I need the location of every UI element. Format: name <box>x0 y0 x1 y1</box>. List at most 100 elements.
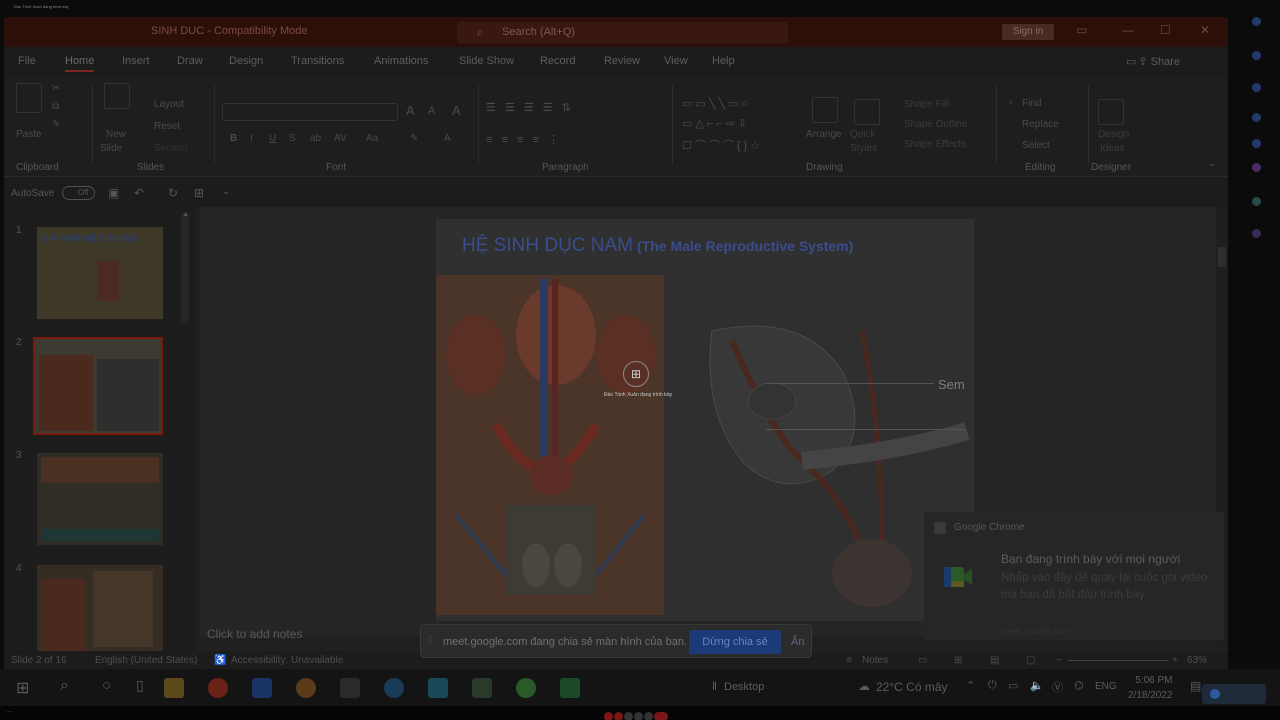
find-icon[interactable]: ⌕ <box>1008 97 1014 108</box>
shape-fill-button[interactable]: Shape Fill <box>904 99 948 110</box>
cortana-icon[interactable]: ○ <box>102 677 111 694</box>
find-button[interactable]: Find <box>1022 98 1041 109</box>
word-icon[interactable] <box>252 678 272 698</box>
italic-icon[interactable]: I <box>250 133 253 144</box>
replace-button[interactable]: Replace <box>1022 119 1059 130</box>
show-hidden-icons[interactable]: ⌃ <box>966 679 975 692</box>
task-view-icon[interactable]: ▯ <box>136 677 144 694</box>
tab-file[interactable]: File <box>18 55 36 67</box>
file-explorer-icon[interactable] <box>164 678 184 698</box>
paste-label[interactable]: Paste <box>16 129 42 140</box>
network-icon[interactable]: ⌬ <box>1074 679 1084 692</box>
ribbon-display-icon[interactable]: ▭ <box>1076 23 1087 37</box>
font-name-field[interactable] <box>222 103 398 121</box>
design-ideas-icon[interactable] <box>1098 99 1124 125</box>
char-spacing-icon[interactable]: AV <box>334 133 347 144</box>
meet-mini-window[interactable] <box>1202 684 1266 704</box>
participant-tile[interactable]: ····· <box>1232 82 1278 102</box>
chrome-icon[interactable] <box>296 678 316 698</box>
notes-button[interactable]: Notes <box>862 655 888 666</box>
reading-view-icon[interactable]: ▤ <box>990 655 999 666</box>
tab-home[interactable]: Home <box>65 55 95 72</box>
battery-icon[interactable]: ▭ <box>1008 679 1018 692</box>
tab-review[interactable]: Review <box>604 55 640 67</box>
new-slide-icon[interactable] <box>104 83 130 109</box>
present-icon[interactable]: ⊞ <box>194 186 204 200</box>
layout-button[interactable]: Layout <box>154 99 184 110</box>
chrome-notification[interactable]: Google Chrome Bạn đang trình bày với mọi… <box>924 512 1224 640</box>
quick-styles-label-2[interactable]: Styles <box>850 143 877 154</box>
volume-icon[interactable]: 🔈 <box>1030 679 1044 692</box>
participant-tile[interactable]: ····· <box>1232 138 1278 158</box>
align-icons[interactable]: ≡ ≡ ≡ ≡ ⋮ <box>486 133 562 146</box>
clear-format-icon[interactable]: A <box>452 103 461 118</box>
strikethrough-icon[interactable]: ab <box>310 133 321 144</box>
slide-sorter-icon[interactable]: ⊞ <box>954 655 962 666</box>
select-button[interactable]: Select <box>1022 140 1050 151</box>
share-button[interactable]: ⇪ Share <box>1138 55 1180 68</box>
participant-tile[interactable]: ····· <box>1232 228 1278 248</box>
slideshow-icon[interactable]: ▢ <box>1026 655 1035 666</box>
close-icon[interactable]: ✕ <box>1200 23 1210 37</box>
caption-icon[interactable] <box>624 712 633 720</box>
participant-tile[interactable]: ····· <box>1232 112 1278 132</box>
format-painter-icon[interactable]: ✎ <box>52 119 60 130</box>
arrange-label[interactable]: Arrange <box>806 129 842 140</box>
autosave-toggle[interactable]: Off <box>62 186 95 200</box>
customize-qat-icon[interactable]: ⌄ <box>222 186 230 197</box>
quick-styles-label[interactable]: Quick <box>850 129 876 140</box>
slide-thumbnail-1[interactable]: GIẢI PHẪU HỆ SINH DỤC <box>37 227 163 319</box>
reset-button[interactable]: Reset <box>154 121 180 132</box>
stop-sharing-button[interactable]: Dừng chia sẻ <box>689 630 781 654</box>
shapes-row-3[interactable]: ☐⌒⌒⌒{}☆ <box>682 137 763 153</box>
zoom-slider[interactable] <box>1068 660 1168 661</box>
participant-tile[interactable]: ····· <box>1232 50 1278 70</box>
accessibility-status[interactable]: Accessibility: Unavailable <box>231 655 343 666</box>
font-color-icon[interactable]: A <box>444 133 451 144</box>
app-icon[interactable] <box>340 678 360 698</box>
tab-design[interactable]: Design <box>229 55 263 67</box>
tab-draw[interactable]: Draw <box>177 55 203 67</box>
highlight-icon[interactable]: ✎ <box>410 133 418 144</box>
zoom-level[interactable]: 63% <box>1187 655 1207 666</box>
current-slide[interactable]: HỆ SINH DỤC NAM (The Male Reproductive Sy… <box>436 219 974 621</box>
sign-in-button[interactable]: Sign in <box>1002 24 1054 40</box>
tab-help[interactable]: Help <box>712 55 735 67</box>
language-status[interactable]: English (United States) <box>95 655 197 666</box>
input-language[interactable]: ENG <box>1095 681 1117 692</box>
slide-title[interactable]: HỆ SINH DỤC NAM (The Male Reproductive Sy… <box>462 235 853 257</box>
present-now-icon[interactable] <box>634 712 643 720</box>
list-icons[interactable]: ☰ ☰ ☰ ☰ ⇅ <box>486 101 574 114</box>
redo-icon[interactable]: ↻ <box>168 186 178 200</box>
search-icon[interactable]: ⌕ <box>60 677 69 695</box>
slide-thumbnail-2[interactable] <box>33 337 163 435</box>
shapes-row-1[interactable]: ▭▭╲╲▭○ <box>682 97 751 110</box>
paste-icon[interactable] <box>16 83 42 113</box>
thumbnails-scrollbar[interactable]: ▲ ▼ <box>181 211 189 658</box>
new-slide-label-2[interactable]: Slide <box>100 143 122 154</box>
tab-animations[interactable]: Animations <box>374 55 428 67</box>
tab-view[interactable]: View <box>664 55 688 67</box>
chrome-profile-icon[interactable] <box>516 678 536 698</box>
accessibility-icon[interactable]: ♿ <box>214 655 226 666</box>
quick-styles-icon[interactable] <box>854 99 880 125</box>
app-icon-2[interactable] <box>472 678 492 698</box>
system-clock[interactable]: 5:06 PM 2/18/2022 <box>1128 673 1173 703</box>
participant-tile[interactable]: ····· <box>1232 196 1278 216</box>
save-icon[interactable]: ▣ <box>108 186 119 200</box>
camera-icon[interactable] <box>614 712 623 720</box>
mic-icon[interactable] <box>604 712 613 720</box>
shape-outline-button[interactable]: Shape Outline <box>904 119 967 130</box>
shadow-icon[interactable]: S <box>289 133 296 144</box>
weather-icon[interactable]: ☁ <box>858 679 870 693</box>
change-case-icon[interactable]: Aa <box>366 133 378 144</box>
slide-thumbnail-4[interactable] <box>37 565 163 657</box>
vpn-icon[interactable]: Ⓥ <box>1052 679 1063 695</box>
windows-start-icon[interactable]: ⊞ <box>16 678 29 698</box>
cut-icon[interactable]: ✂ <box>52 83 60 94</box>
maximize-icon[interactable]: ☐ <box>1160 23 1171 37</box>
search-box[interactable]: ⌕ Search (Alt+Q) <box>457 22 788 43</box>
desktop-toolbar[interactable]: Desktop <box>724 681 764 693</box>
design-ideas-label[interactable]: Design <box>1098 129 1129 140</box>
participant-tile[interactable]: ····· <box>1232 16 1278 36</box>
